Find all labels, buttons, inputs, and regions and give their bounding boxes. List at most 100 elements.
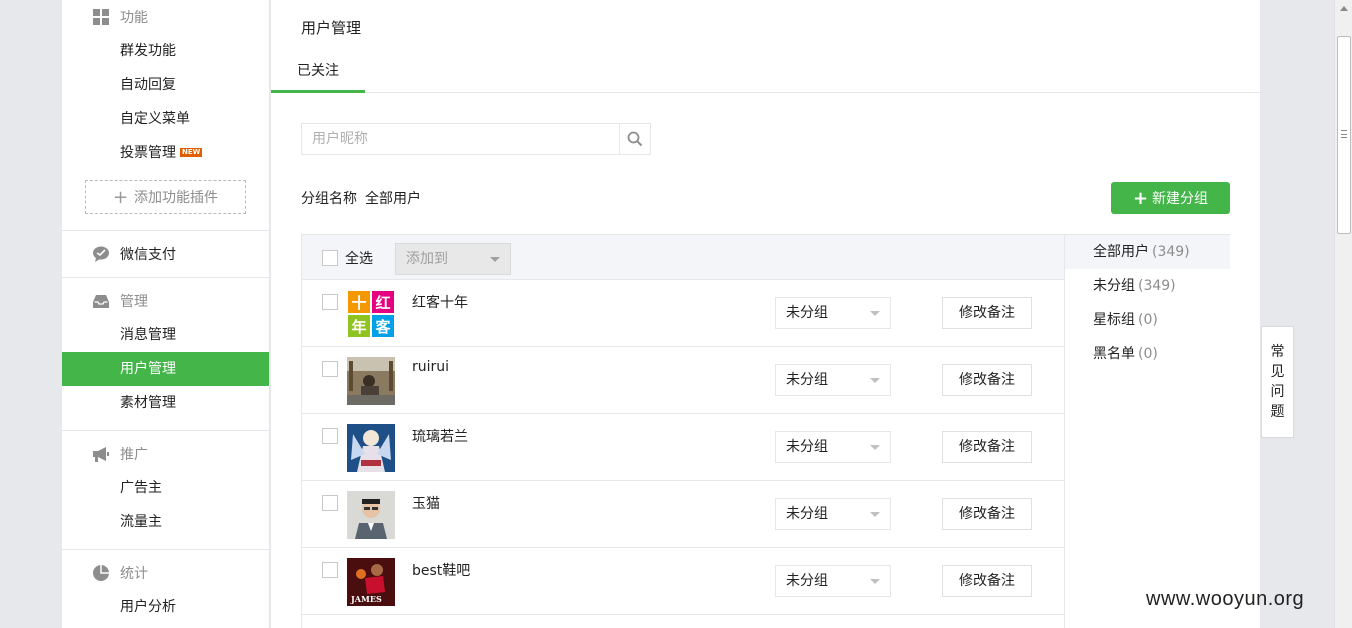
table-row: ruirui 未分组 修改备注	[302, 347, 1064, 414]
user-table: 全选 添加到 十 红 年 客 红客十年 未分组 修改备注 ruirui 未分组 …	[301, 234, 1230, 628]
sidebar-section-promote: 推广 广告主 流量主	[62, 431, 269, 550]
table-row: 琉璃若兰 未分组 修改备注	[302, 414, 1064, 481]
chevron-down-icon	[870, 512, 880, 517]
row-checkbox[interactable]	[322, 495, 338, 511]
group-item-blacklist[interactable]: 黑名单 (0)	[1065, 337, 1230, 371]
group-count: (349)	[1152, 244, 1190, 260]
avatar[interactable]: 十 红 年 客	[347, 290, 395, 338]
group-filter: 分组名称 全部用户	[301, 191, 421, 207]
user-group-select[interactable]: 未分组	[775, 364, 891, 396]
edit-remark-button[interactable]: 修改备注	[942, 431, 1032, 463]
user-nickname[interactable]: 红客十年	[412, 292, 468, 312]
user-nickname[interactable]: 琉璃若兰	[412, 426, 468, 446]
inbox-icon	[92, 292, 110, 310]
avatar[interactable]: JAMES	[347, 558, 395, 606]
edit-remark-button[interactable]: 修改备注	[942, 498, 1032, 530]
group-item-starred[interactable]: 星标组 (0)	[1065, 303, 1230, 337]
add-plugin-button[interactable]: + 添加功能插件	[85, 180, 246, 214]
user-nickname[interactable]: 玉猫	[412, 493, 440, 513]
pie-chart-icon	[92, 564, 110, 582]
sidebar-item-auto-reply[interactable]: 自动回复	[62, 68, 269, 102]
add-to-group-select[interactable]: 添加到	[395, 243, 511, 275]
sidebar-item-user-analysis[interactable]: 用户分析	[62, 590, 269, 624]
page-scrollbar[interactable]	[1334, 0, 1352, 628]
chevron-down-icon	[870, 579, 880, 584]
megaphone-icon	[92, 445, 110, 463]
grid-icon	[92, 8, 110, 26]
group-list: 全部用户 (349) 未分组 (349) 星标组 (0) 黑名单 (0)	[1064, 235, 1230, 628]
chevron-down-icon	[490, 257, 500, 262]
sidebar-section-title: 推广	[62, 437, 269, 471]
select-all-label[interactable]: 全选	[345, 248, 373, 268]
plus-icon: +	[1132, 187, 1149, 209]
table-row: JAMES best鞋吧 未分组 修改备注	[302, 548, 1064, 615]
tab-followed[interactable]: 已关注	[271, 52, 365, 93]
new-badge: NEW	[180, 148, 203, 157]
tab-bar: 已关注	[271, 52, 1260, 93]
grip-icon	[1341, 130, 1347, 138]
avatar[interactable]	[347, 491, 395, 539]
edit-remark-button[interactable]: 修改备注	[942, 565, 1032, 597]
sidebar-item-custom-menu[interactable]: 自定义菜单	[62, 102, 269, 136]
table-row: 十 红 年 客 红客十年 未分组 修改备注	[302, 280, 1064, 347]
sidebar-section-stats: 统计 用户分析	[62, 550, 269, 628]
group-count: (349)	[1138, 278, 1176, 294]
scroll-up-arrow[interactable]	[1340, 6, 1348, 11]
plus-icon: +	[112, 186, 129, 208]
main-panel: 用户管理 已关注 分组名称全部用户 +新建分组 全选 添加到	[271, 0, 1260, 628]
user-nickname[interactable]: ruirui	[412, 359, 449, 375]
faq-label: 常见问题	[1270, 344, 1285, 420]
user-group-select[interactable]: 未分组	[775, 565, 891, 597]
group-item-all[interactable]: 全部用户 (349)	[1065, 235, 1230, 269]
chevron-down-icon	[870, 378, 880, 383]
group-item-ungrouped[interactable]: 未分组 (349)	[1065, 269, 1230, 303]
avatar-caption: JAMES	[350, 594, 382, 604]
sidebar-item-advertiser[interactable]: 广告主	[62, 471, 269, 505]
page-title: 用户管理	[301, 19, 362, 37]
row-checkbox[interactable]	[322, 294, 338, 310]
select-all-checkbox[interactable]	[322, 250, 338, 266]
sidebar-item-material-manage[interactable]: 素材管理	[62, 386, 269, 420]
sidebar-item-vote-manage[interactable]: 投票管理 NEW	[62, 136, 269, 170]
user-group-select[interactable]: 未分组	[775, 297, 891, 329]
avatar[interactable]	[347, 357, 395, 405]
new-group-button[interactable]: + 新建分组	[1111, 182, 1230, 214]
sidebar: 功能 群发功能 自动回复 自定义菜单 投票管理 NEW + 添加功能插件 微信支付 …	[62, 0, 270, 628]
sidebar-item-publisher[interactable]: 流量主	[62, 505, 269, 539]
sidebar-item-wechat-pay[interactable]: 微信支付	[62, 231, 269, 277]
avatar-glyph: 年	[351, 318, 366, 336]
sidebar-section-features: 功能 群发功能 自动回复 自定义菜单 投票管理 NEW + 添加功能插件	[62, 0, 269, 231]
watermark: www.wooyun.org	[1146, 588, 1305, 610]
sidebar-section-payment: 微信支付	[62, 231, 269, 278]
chat-bubble-icon	[92, 245, 110, 263]
sidebar-item-user-manage[interactable]: 用户管理	[62, 352, 269, 386]
scrollbar-thumb[interactable]	[1337, 36, 1351, 234]
user-rows: 十 红 年 客 红客十年 未分组 修改备注 ruirui 未分组 修改备注 琉璃…	[302, 280, 1064, 615]
search-input[interactable]	[302, 124, 620, 154]
row-checkbox[interactable]	[322, 562, 338, 578]
avatar-glyph: 十	[351, 294, 366, 312]
search-button[interactable]	[619, 124, 650, 154]
user-nickname[interactable]: best鞋吧	[412, 560, 470, 580]
sidebar-section-title: 功能	[62, 0, 269, 34]
avatar-glyph: 红	[375, 294, 390, 312]
chevron-down-icon	[870, 311, 880, 316]
avatar[interactable]	[347, 424, 395, 472]
faq-tab[interactable]: 常见问题	[1261, 326, 1294, 438]
user-group-select[interactable]: 未分组	[775, 498, 891, 530]
sidebar-item-mass-send[interactable]: 群发功能	[62, 34, 269, 68]
group-count: (0)	[1138, 346, 1158, 362]
edit-remark-button[interactable]: 修改备注	[942, 297, 1032, 329]
row-checkbox[interactable]	[322, 361, 338, 377]
row-checkbox[interactable]	[322, 428, 338, 444]
user-group-select[interactable]: 未分组	[775, 431, 891, 463]
edit-remark-button[interactable]: 修改备注	[942, 364, 1032, 396]
chevron-down-icon	[870, 445, 880, 450]
sidebar-item-message-manage[interactable]: 消息管理	[62, 318, 269, 352]
current-group-name: 全部用户	[365, 191, 421, 207]
avatar-glyph: 客	[374, 318, 391, 336]
sidebar-section-title: 管理	[62, 284, 269, 318]
search-box	[301, 123, 651, 155]
sidebar-section-manage: 管理 消息管理 用户管理 素材管理	[62, 278, 269, 431]
sidebar-section-title: 统计	[62, 556, 269, 590]
